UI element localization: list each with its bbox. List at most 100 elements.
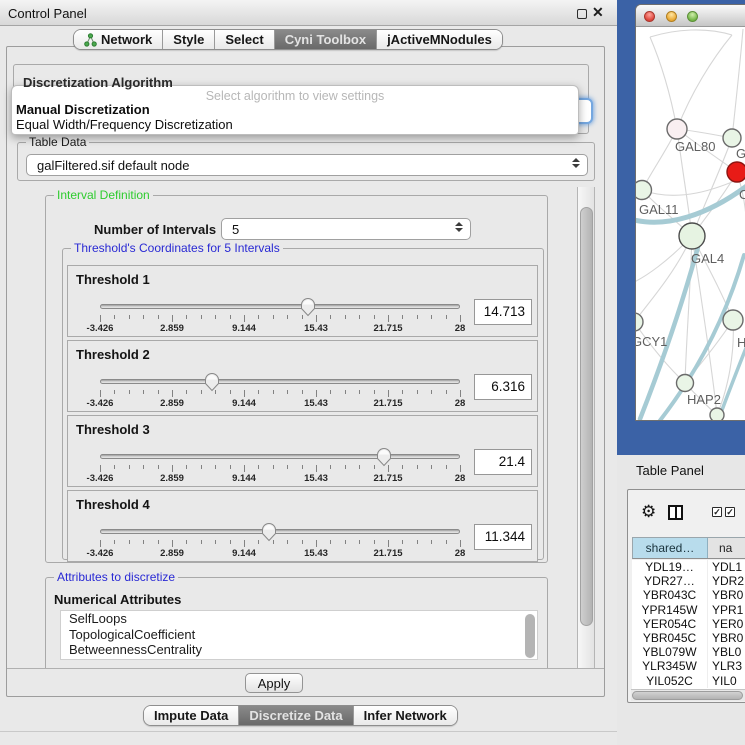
divider — [0, 731, 617, 732]
checkbox-icon[interactable] — [712, 507, 722, 517]
cell-shared-name: YDR27… — [632, 574, 707, 588]
node-hap2[interactable] — [677, 375, 694, 392]
attribute-list-item[interactable]: BetweennessCentrality — [61, 642, 537, 658]
close-icon[interactable]: ✕ — [592, 4, 604, 21]
algorithm-placeholder: Select algorithm to view settings — [12, 89, 578, 103]
slider-tick-labels: -3.4262.8599.14415.4321.71528 — [100, 548, 460, 559]
tab-style[interactable]: Style — [162, 30, 214, 49]
tick-label: 28 — [455, 473, 466, 484]
apply-bar: Apply — [7, 668, 604, 696]
table-row[interactable]: YBR043CYBR0 — [632, 588, 745, 602]
tick-label: 9.144 — [232, 473, 256, 484]
node-gal11[interactable] — [636, 181, 652, 200]
algorithm-option-equal-width[interactable]: Equal Width/Frequency Discretization — [16, 117, 233, 132]
slider-tick-labels: -3.4262.8599.14415.4321.71528 — [100, 323, 460, 334]
algorithm-option-manual[interactable]: Manual Discretization — [16, 102, 150, 117]
table-row[interactable]: YIL052CYIL0 — [632, 674, 745, 688]
node-red[interactable] — [727, 162, 745, 182]
threshold-label: Threshold 1 — [76, 272, 150, 287]
attributes-list-scrollbar[interactable] — [525, 614, 535, 658]
tab-network[interactable]: Network — [74, 30, 162, 49]
table-row[interactable]: YER054CYER0 — [632, 617, 745, 631]
node-h[interactable] — [723, 310, 743, 330]
control-panel-titlebar: Control Panel ✕ — [0, 0, 617, 26]
table-row[interactable]: YBR045CYBR0 — [632, 631, 745, 645]
column-header-shared[interactable]: shared… — [633, 538, 708, 558]
node-gcy1[interactable] — [636, 313, 643, 331]
float-icon[interactable] — [577, 9, 587, 19]
tab-label: Impute Data — [154, 708, 228, 723]
slider-thumb[interactable] — [376, 447, 392, 467]
gear-icon[interactable]: ⚙ — [641, 503, 656, 520]
node-gal80[interactable] — [667, 119, 687, 139]
slider-ticks — [100, 540, 460, 548]
checkbox-icon[interactable] — [725, 507, 735, 517]
threshold-value-field[interactable]: 11.344 — [474, 524, 532, 550]
threshold-label: Threshold 2 — [76, 347, 150, 362]
threshold-row: Threshold 4 -3.4262.8599.14415.4321.7152… — [67, 490, 538, 562]
slider-track[interactable] — [100, 304, 460, 309]
threshold-value-field[interactable]: 14.713 — [474, 299, 532, 325]
cell-name: YDL1 — [707, 560, 745, 574]
scrollbar-thumb[interactable] — [632, 691, 743, 700]
slider-thumb[interactable] — [261, 522, 277, 542]
table-row[interactable]: YBL079WYBL0 — [632, 645, 745, 659]
scrollbar-thumb[interactable] — [580, 207, 593, 626]
slider-track[interactable] — [100, 379, 460, 384]
threshold-value-field[interactable]: 21.4 — [474, 449, 532, 475]
threshold-value-field[interactable]: 6.316 — [474, 374, 532, 400]
minimize-traffic-light-icon[interactable] — [666, 11, 677, 22]
tick-label: 15.43 — [304, 323, 328, 334]
table-panel-header: Table Panel — [617, 455, 745, 485]
threshold-label: Threshold 4 — [76, 497, 150, 512]
table-rows[interactable]: YDL19…YDL1YDR27…YDR2YBR043CYBR0YPR145WYP… — [632, 560, 745, 689]
node-gal4[interactable] — [679, 223, 705, 249]
number-of-intervals-combo[interactable]: 5 — [221, 218, 471, 240]
table-row[interactable]: YDR27…YDR2 — [632, 574, 745, 588]
tick-label: 9.144 — [232, 548, 256, 559]
table-row[interactable]: YLR345WYLR3 — [632, 659, 745, 673]
table-row[interactable]: YPR145WYPR1 — [632, 603, 745, 617]
attribute-list-item[interactable]: TopologicalCoefficient — [61, 627, 537, 643]
cell-shared-name: YPR145W — [632, 603, 707, 617]
tab-select[interactable]: Select — [214, 30, 273, 49]
table-panel-title: Table Panel — [636, 463, 704, 478]
attributes-list[interactable]: SelfLoopsTopologicalCoefficientBetweenne… — [60, 610, 538, 660]
zoom-traffic-light-icon[interactable] — [687, 11, 698, 22]
cell-shared-name: YBR043C — [632, 588, 707, 602]
network-canvas[interactable]: GAL80 GA C GAL11 GAL4 GCY1 H HAP2 — [636, 27, 745, 421]
cell-shared-name: YIL052C — [632, 674, 707, 688]
tab-jactivemnodules[interactable]: jActiveMNodules — [376, 30, 502, 49]
tick-label: 21.715 — [373, 473, 402, 484]
slider-track[interactable] — [100, 529, 460, 534]
close-traffic-light-icon[interactable] — [644, 11, 655, 22]
control-panel: Control Panel ✕ NetworkStyle Select Cyni T… — [0, 0, 617, 745]
tab-label: Select — [225, 32, 263, 47]
tick-label: 2.859 — [160, 398, 184, 409]
discretization-algorithm-label: Discretization Algorithm — [23, 75, 173, 90]
interval-definition-label: Interval Definition — [54, 188, 153, 202]
table-header-row: shared… na — [632, 537, 745, 559]
slider-thumb[interactable] — [300, 297, 316, 317]
apply-button[interactable]: Apply — [245, 673, 303, 693]
table-row[interactable]: YDL19…YDL1 — [632, 560, 745, 574]
table-horizontal-scrollbar[interactable] — [631, 689, 745, 701]
slider-track[interactable] — [100, 454, 460, 459]
split-pane-icon[interactable] — [668, 505, 683, 520]
tab-impute-data[interactable]: Impute Data — [144, 706, 238, 725]
column-header-name[interactable]: na — [708, 538, 745, 558]
slider-thumb[interactable] — [204, 372, 220, 392]
tab-discretize-data[interactable]: Discretize Data — [238, 706, 352, 725]
tick-label: 2.859 — [160, 473, 184, 484]
panel-vertical-scrollbar[interactable] — [577, 187, 595, 668]
network-icon — [84, 33, 97, 47]
tab-infer-network[interactable]: Infer Network — [353, 706, 457, 725]
node-green-small[interactable] — [723, 129, 741, 147]
slider-ticks — [100, 390, 460, 398]
thresholds-group: Threshold's Coordinates for 5 Intervals … — [62, 248, 544, 560]
node-bottom[interactable] — [710, 408, 724, 421]
attribute-list-item[interactable]: SelfLoops — [61, 611, 537, 627]
panel-title: Control Panel — [8, 6, 87, 21]
tab-cyni-toolbox[interactable]: Cyni Toolbox — [274, 30, 376, 49]
table-data-combo[interactable]: galFiltered.sif default node — [26, 154, 588, 176]
